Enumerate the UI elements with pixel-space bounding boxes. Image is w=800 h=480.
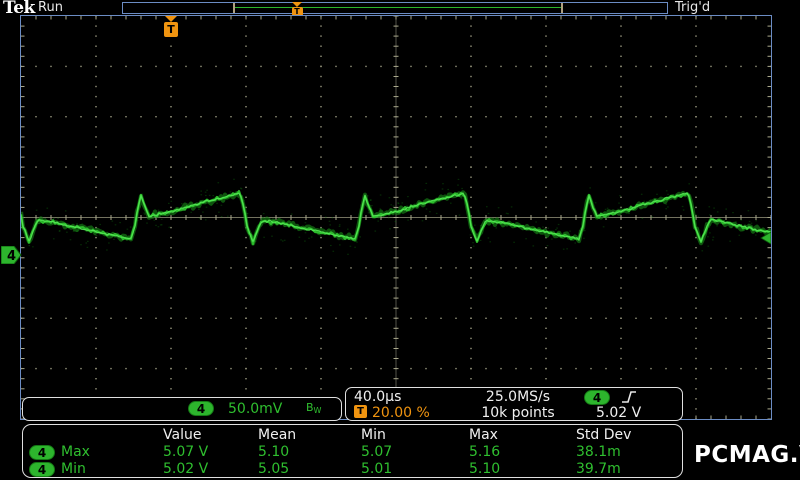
trigger-t-icon: T — [354, 405, 367, 418]
bandwidth-limit-icon: BW — [306, 401, 321, 415]
record-length: 10k points — [458, 405, 578, 421]
measurement-stddev: 38.1m — [576, 444, 621, 460]
acquisition-status: Run — [38, 0, 63, 15]
record-view-bar[interactable]: T — [122, 2, 668, 14]
column-header-stddev: Std Dev — [576, 427, 631, 443]
measurement-max: 5.10 — [469, 461, 500, 477]
trigger-position-percent: 20.00 % — [372, 405, 430, 421]
channel-marker-label: 4 — [7, 249, 16, 264]
record-window-right-bracket — [561, 3, 563, 13]
record-window-left-bracket — [233, 3, 235, 13]
measurement-value: 5.02 V — [163, 461, 208, 477]
column-header-max: Max — [469, 427, 498, 443]
column-header-value: Value — [163, 427, 201, 443]
measurement-mean: 5.05 — [258, 461, 289, 477]
top-status-bar: Tek Run T Trig'd — [0, 0, 800, 16]
trigger-position-marker[interactable]: T — [164, 16, 178, 37]
waveform-display — [21, 16, 771, 419]
trigger-level: 5.02 V — [596, 405, 641, 421]
pcmag-watermark: PCMAG.VN — [694, 442, 800, 468]
column-header-min: Min — [361, 427, 386, 443]
time-per-division: 40.0µs — [354, 389, 401, 405]
channel-4-readout[interactable]: 4 50.0mV BW — [22, 397, 342, 421]
channel-4-badge[interactable]: 4 — [188, 401, 214, 416]
measurement-channel-badge: 4 — [29, 462, 55, 477]
measurement-name: Max — [61, 444, 90, 460]
column-header-mean: Mean — [258, 427, 296, 443]
trigger-source-badge[interactable]: 4 — [584, 390, 610, 405]
measurement-name: Min — [61, 461, 86, 477]
measurement-min: 5.07 — [361, 444, 392, 460]
measurement-min: 5.01 — [361, 461, 392, 477]
record-trigger-marker[interactable]: T — [291, 2, 303, 16]
record-waveform-line — [235, 7, 561, 8]
measurement-value: 5.07 V — [163, 444, 208, 460]
graticule[interactable]: T — [20, 15, 772, 420]
measurement-channel-badge: 4 — [29, 445, 55, 460]
measurement-stddev: 39.7m — [576, 461, 621, 477]
channel-4-position-marker[interactable]: 4 — [1, 246, 22, 264]
trigger-status: Trig'd — [675, 0, 710, 15]
channel-scale: 50.0mV — [228, 401, 282, 417]
horizontal-trigger-readout[interactable]: 40.0µs T 20.00 % 25.0MS/s 10k points 4 5… — [345, 387, 683, 421]
oscilloscope-screen: Tek Run T Trig'd T 4 4 50.0mV BW 40.0µs … — [0, 0, 800, 480]
measurement-max: 5.16 — [469, 444, 500, 460]
sample-rate: 25.0MS/s — [458, 389, 578, 405]
measurement-table: Value Mean Min Max Std Dev 4 Max 5.07 V … — [22, 424, 683, 478]
measurement-mean: 5.10 — [258, 444, 289, 460]
